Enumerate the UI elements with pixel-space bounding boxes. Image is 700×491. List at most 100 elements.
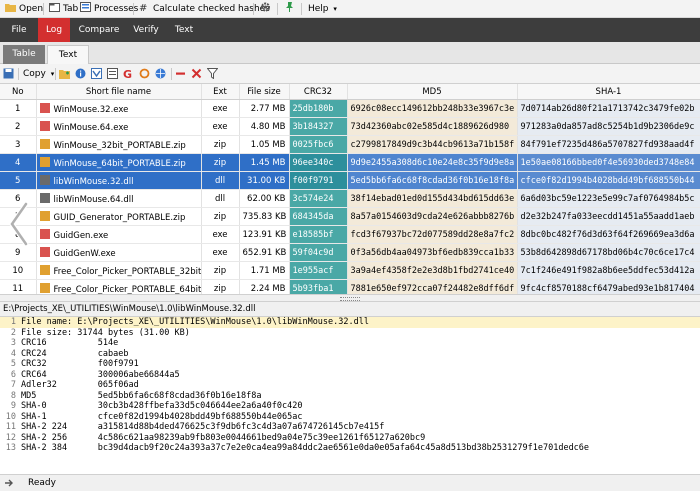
text-line: 11 SHA-2 224 a315814d88b4ded476625c3f9db6… — [0, 422, 700, 433]
browser-icon[interactable] — [155, 68, 166, 79]
line-text: CRC16 514e — [21, 338, 119, 348]
remove-icon[interactable] — [175, 68, 186, 79]
column-header-ext[interactable]: Ext — [201, 84, 240, 100]
column-header-short-file-name[interactable]: Short file name — [36, 84, 202, 100]
tab-text[interactable]: Text — [47, 45, 89, 65]
line-text: SHA-2 224 a315814d88b4ded476625c3f9db6fc… — [21, 422, 385, 432]
gear-icon — [261, 2, 270, 12]
file-name-cell: GuidGenW.exe — [36, 243, 202, 262]
file-size-cell: 123.91 KB — [239, 225, 290, 244]
sha1-cell: 971283a0da857ad8c5254b1d9b2306de9c — [517, 117, 700, 136]
ext-cell: dll — [201, 171, 240, 190]
table-header-row: No Short file name Ext File size CRC32 MD5 SHA… — [0, 84, 700, 100]
file-name-cell: GUID_Generator_PORTABLE.zip — [36, 207, 202, 226]
add-folder-icon[interactable] — [59, 68, 70, 79]
crc32-cell: 684345da — [289, 207, 348, 226]
ext-cell: exe — [201, 243, 240, 262]
ext-cell: zip — [201, 279, 240, 294]
md5-cell: 7881e650ef972cca07f24482e8dff6df — [347, 279, 518, 294]
chevron-down-icon: ▾ — [50, 70, 55, 78]
chevron-down-icon: ▾ — [333, 5, 337, 13]
refresh-icon[interactable] — [139, 68, 150, 79]
table-row[interactable]: 4 WinMouse_64bit_PORTABLE.zip zip 1.45 MB 96… — [0, 153, 700, 172]
md5-cell: c2799817849d9c3b44cb9613a71b158f — [347, 135, 518, 154]
pane-splitter[interactable] — [0, 294, 700, 302]
sha1-cell: 84f791ef7235d486a5707827fd938aad4f — [517, 135, 700, 154]
status-text: Ready — [28, 478, 56, 488]
virustotal-icon[interactable] — [91, 68, 102, 79]
crc32-cell: 5b93fba1 — [289, 279, 348, 294]
save-icon[interactable] — [3, 68, 14, 79]
text-line: 4 CRC24 cabaeb — [0, 349, 700, 360]
processes-button[interactable]: Processes — [77, 2, 141, 16]
google-search-icon[interactable]: G — [123, 68, 134, 79]
help-menu-button[interactable]: Help ▾ — [305, 2, 340, 16]
md5-cell: 9d9e2455a308d6c10e24e8c35f9d9e8a — [347, 153, 518, 172]
menu-compare[interactable]: Compare — [72, 18, 126, 42]
table-row[interactable]: 6 libWinMouse.64.dll dll 62.00 KB 3c574e24 38… — [0, 189, 700, 208]
menu-text[interactable]: Text — [166, 18, 202, 42]
file-type-icon — [39, 210, 50, 221]
copy-hash-icon[interactable] — [107, 68, 118, 79]
column-header-no[interactable]: No — [0, 84, 37, 100]
tab-table[interactable]: Table — [3, 45, 45, 64]
hash-icon: # — [139, 3, 147, 12]
open-button[interactable]: Open — [2, 2, 46, 16]
ext-cell: zip — [201, 261, 240, 280]
text-line: 6 CRC64 300006abe66844a5 — [0, 370, 700, 381]
chevron-left-icon[interactable] — [8, 202, 30, 246]
sha1-cell: d2e32b247fa033eecdd1451a55aadd1aeb — [517, 207, 700, 226]
column-header-md5[interactable]: MD5 — [347, 84, 518, 100]
crc32-cell: 96ee340c — [289, 153, 348, 172]
md5-cell: fcd3f67937bc72d077589dd28e8a7fc2 — [347, 225, 518, 244]
settings-button[interactable] — [257, 2, 277, 16]
close-icon[interactable] — [191, 68, 202, 79]
processes-icon — [80, 2, 91, 12]
line-text: File name: E:\Projects_XE\_UTILITIES\Win… — [21, 317, 369, 327]
file-path-bar: E:\Projects_XE\_UTILITIES\WinMouse\1.0\l… — [0, 302, 700, 316]
table-row[interactable]: 8 GuidGen.exe exe 123.91 KB e18585bf fcd3f679… — [0, 225, 700, 244]
file-size-cell: 4.80 MB — [239, 117, 290, 136]
line-text: CRC32 f00f9791 — [21, 359, 139, 369]
column-header-crc32[interactable]: CRC32 — [289, 84, 348, 100]
file-name-cell: Free_Color_Picker_PORTABLE_32bit.zip — [36, 261, 202, 280]
text-line: 7 Adler32 065f06ad — [0, 380, 700, 391]
line-text: CRC64 300006abe66844a5 — [21, 369, 180, 380]
table-row[interactable]: 1 WinMouse.32.exe exe 2.77 MB 25db180b 6926c0… — [0, 99, 700, 118]
text-line: 10 SHA-1 cfce0f82d1994b4028bdd49bf688550b… — [0, 412, 700, 423]
md5-cell: 3a9a4ef4358f2e2e3d8b1fbd2741ce40 — [347, 261, 518, 280]
table-row[interactable]: 7 GUID_Generator_PORTABLE.zip zip 735.83 KB… — [0, 207, 700, 226]
row-number: 9 — [0, 243, 37, 262]
file-size-cell: 31.00 KB — [239, 171, 290, 190]
filter-icon[interactable] — [207, 68, 218, 79]
line-text: SHA-2 384 bc39d4dacb9f20c24a393a37c7e2e0… — [21, 443, 590, 453]
row-number: 5 — [0, 171, 37, 190]
menu-verify[interactable]: Verify — [126, 18, 166, 42]
pin-button[interactable] — [281, 2, 301, 16]
table-row[interactable]: 11 Free_Color_Picker_PORTABLE_64bit.zip zi… — [0, 279, 700, 294]
table-row[interactable]: 5 libWinMouse.32.dll dll 31.00 KB f00f9791 5e… — [0, 171, 700, 190]
info-icon[interactable] — [75, 68, 86, 79]
hash-text-pane[interactable]: 1 File name: E:\Projects_XE\_UTILITIES\Wi… — [0, 316, 700, 474]
table-row[interactable]: 2 WinMouse.64.exe exe 4.80 MB 3b184327 73d423… — [0, 117, 700, 136]
line-number: 10 — [5, 411, 16, 422]
file-size-cell: 2.24 MB — [239, 279, 290, 294]
md5-cell: 38f14ebad01ed0d155d434bd615dd63e — [347, 189, 518, 208]
sha1-cell: 9fc4cf8570188cf6479abed93e1b817404 — [517, 279, 700, 294]
menu-file[interactable]: File — [0, 18, 38, 42]
table-row[interactable]: 9 GuidGenW.exe exe 652.91 KB 59f04c9d 0f3a56d… — [0, 243, 700, 262]
column-header-sha-1[interactable]: SHA-1 — [517, 84, 700, 100]
column-header-file-size[interactable]: File size — [239, 84, 290, 100]
copy-button[interactable]: Copy ▾ — [23, 67, 54, 81]
table-row[interactable]: 10 Free_Color_Picker_PORTABLE_32bit.zip zi… — [0, 261, 700, 280]
ext-cell: dll — [201, 189, 240, 208]
status-arrow-icon — [5, 479, 13, 487]
sha1-cell: 7c1f246e491f982a8b6ee5ddfec53d412a — [517, 261, 700, 280]
sha1-cell: 7d0714ab26d80f21a1713742c3479fe02b — [517, 99, 700, 118]
svg-text:G: G — [123, 68, 132, 79]
crc32-cell: 0025fbc6 — [289, 135, 348, 154]
file-size-cell: 1.05 MB — [239, 135, 290, 154]
table-row[interactable]: 3 WinMouse_32bit_PORTABLE.zip zip 1.05 MB 00… — [0, 135, 700, 154]
file-type-icon — [39, 138, 50, 149]
menu-log[interactable]: Log — [38, 18, 70, 42]
